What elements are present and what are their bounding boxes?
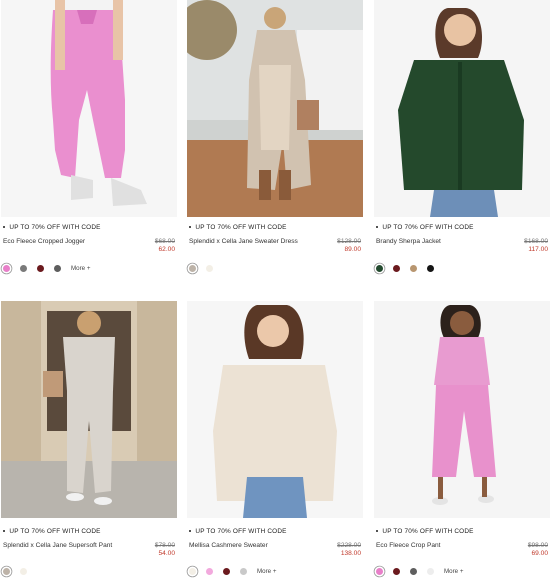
color-swatches: More + [189,568,276,575]
color-swatch-burgundy[interactable] [223,568,230,575]
sale-price: 89.00 [344,246,361,253]
color-swatches: More + [376,568,463,575]
promo-label: UP TO 70% OFF WITH CODE [187,224,287,231]
color-swatches [189,265,223,272]
color-swatch-pink[interactable] [376,568,383,575]
promo-label: UP TO 70% OFF WITH CODE [1,528,101,535]
color-swatch-cream[interactable] [20,568,27,575]
color-swatch-charcoal[interactable] [54,265,61,272]
original-price: $168.00 [524,238,548,245]
color-swatch-charcoal[interactable] [410,568,417,575]
original-price: $78.00 [154,542,175,549]
more-colors-link[interactable]: More + [257,568,276,575]
product-name[interactable]: Splendid x Cella Jane Sweater Dress [189,238,298,245]
color-swatch-pink[interactable] [3,265,10,272]
color-swatches: More + [3,265,90,272]
promo-label: UP TO 70% OFF WITH CODE [1,224,101,231]
product-name[interactable]: Mellisa Cashmere Sweater [189,542,268,549]
color-swatch-tan[interactable] [410,265,417,272]
sale-price: 54.00 [158,550,175,557]
product-image[interactable] [374,0,550,217]
product-name[interactable]: Brandy Sherpa Jacket [376,238,441,245]
color-swatch-green[interactable] [376,265,383,272]
more-colors-link[interactable]: More + [71,265,90,272]
original-price: $228.00 [337,542,361,549]
product-grid: UP TO 70% OFF WITH CODE Eco Fleece Cropp… [0,0,550,579]
original-price: $128.00 [337,238,361,245]
color-swatch-light-grey[interactable] [240,568,247,575]
product-image[interactable] [187,301,363,518]
sale-price: 62.00 [158,246,175,253]
product-image[interactable] [1,0,177,217]
color-swatch-cream[interactable] [189,568,196,575]
sale-price: 117.00 [528,246,548,253]
color-swatch-burgundy[interactable] [393,568,400,575]
color-swatch-white[interactable] [427,568,434,575]
promo-label: UP TO 70% OFF WITH CODE [374,528,474,535]
color-swatch-taupe[interactable] [189,265,196,272]
promo-label: UP TO 70% OFF WITH CODE [374,224,474,231]
original-price: $68.00 [154,238,175,245]
color-swatch-taupe[interactable] [3,568,10,575]
product-image[interactable] [374,301,550,518]
color-swatch-pink[interactable] [206,568,213,575]
product-image[interactable] [187,0,363,217]
color-swatch-black[interactable] [427,265,434,272]
sale-price: 69.00 [531,550,548,557]
color-swatches [376,265,444,272]
sale-price: 138.00 [340,550,361,557]
color-swatch-burgundy[interactable] [393,265,400,272]
product-name[interactable]: Eco Fleece Cropped Jogger [3,238,85,245]
product-image[interactable] [1,301,177,518]
more-colors-link[interactable]: More + [444,568,463,575]
color-swatch-burgundy[interactable] [37,265,44,272]
promo-label: UP TO 70% OFF WITH CODE [187,528,287,535]
original-price: $98.00 [527,542,548,549]
color-swatch-cream[interactable] [206,265,213,272]
color-swatches [3,568,37,575]
product-name[interactable]: Eco Fleece Crop Pant [376,542,441,549]
product-name[interactable]: Splendid x Cella Jane Supersoft Pant [3,542,112,549]
color-swatch-grey[interactable] [20,265,27,272]
